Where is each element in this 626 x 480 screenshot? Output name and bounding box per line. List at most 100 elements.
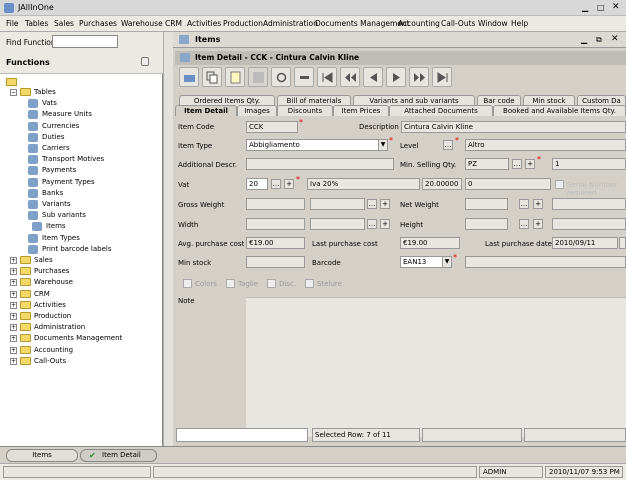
tree-leaf[interactable]: Print barcode labels (0, 244, 163, 255)
net-weight-um-field[interactable] (552, 198, 626, 210)
menu-administration[interactable]: Administration (263, 19, 318, 28)
width-um-field[interactable] (310, 218, 365, 230)
tree-folder[interactable]: + CRM (0, 289, 163, 300)
tree-leaf[interactable]: Payment Types (0, 177, 163, 188)
level-field[interactable]: Altro (465, 139, 626, 151)
tree-leaf[interactable]: Banks (0, 188, 163, 199)
items-minimize-icon[interactable]: ▁ (581, 35, 587, 44)
chevron-down-icon[interactable]: ▼ (378, 140, 387, 150)
tree-leaf[interactable]: Item Types (0, 233, 163, 244)
tree-folder[interactable]: − Tables (0, 87, 163, 98)
expand-icon[interactable]: + (10, 279, 17, 287)
stelure-checkbox[interactable] (305, 279, 314, 288)
min-selling-um-field[interactable]: PZ (465, 158, 509, 170)
item-code-field[interactable]: CCK (246, 121, 298, 133)
menu-activities[interactable]: Activities (187, 19, 221, 28)
copy-button[interactable] (202, 67, 222, 87)
collapse-icon[interactable]: − (10, 89, 17, 96)
width-um-lookup-button[interactable]: … (367, 219, 377, 229)
level-lookup-button[interactable]: … (443, 140, 453, 150)
minimize-icon[interactable]: ▁ (582, 3, 594, 13)
tree-leaf[interactable]: Transport Motives (0, 154, 163, 165)
um-lookup-button[interactable]: … (512, 159, 522, 169)
menu-help[interactable]: Help (511, 19, 528, 28)
next-record-button[interactable] (386, 67, 406, 87)
maximize-icon[interactable]: □ (597, 3, 609, 13)
menu-purchases[interactable]: Purchases (79, 19, 117, 28)
height-field[interactable] (465, 218, 508, 230)
expand-icon[interactable]: + (10, 257, 17, 264)
gross-um-lookup-button[interactable]: … (367, 199, 377, 209)
tree-leaf[interactable]: Duties (0, 132, 163, 143)
tab-images[interactable]: Images (237, 105, 277, 116)
tab-item-prices[interactable]: Item Prices (333, 105, 389, 116)
menu-file[interactable]: File (6, 19, 19, 28)
expand-icon[interactable]: + (10, 324, 17, 332)
menu-accounting[interactable]: Accounting (398, 19, 440, 28)
tree-folder[interactable]: + Activities (0, 300, 163, 311)
next-page-button[interactable] (409, 67, 429, 87)
gross-weight-um-field[interactable] (310, 198, 365, 210)
first-record-button[interactable] (317, 67, 337, 87)
tree-leaf[interactable]: Payments (0, 165, 163, 176)
expand-icon[interactable]: + (10, 290, 17, 298)
net-um-add-button[interactable]: + (533, 199, 543, 209)
tree-leaf[interactable]: Measure Units (0, 109, 163, 120)
expand-icon[interactable]: + (10, 268, 17, 276)
width-field[interactable] (246, 218, 305, 230)
menu-sales[interactable]: Sales (54, 19, 74, 28)
find-function-input[interactable] (52, 35, 118, 48)
tree-folder[interactable]: + Call-Outs (0, 356, 163, 367)
serial-number-checkbox[interactable] (555, 180, 564, 189)
tab-item-detail[interactable]: Item Detail (175, 105, 237, 116)
save-button[interactable] (248, 67, 268, 87)
menu-production[interactable]: Production (223, 19, 263, 28)
lock-icon[interactable] (141, 57, 149, 66)
expand-icon[interactable]: + (10, 335, 17, 343)
colors-checkbox[interactable] (183, 279, 192, 288)
tree-leaf[interactable]: Sub variants (0, 210, 163, 221)
note-area[interactable] (246, 297, 626, 437)
menu-callouts[interactable]: Call-Outs (441, 19, 475, 28)
tree-leaf[interactable]: Vats (0, 98, 163, 109)
tab-discounts[interactable]: Discounts (277, 105, 333, 116)
menu-warehouse[interactable]: Warehouse (121, 19, 163, 28)
task-item-detail[interactable]: ✔ Item Detail (80, 449, 157, 462)
net-um-lookup-button[interactable]: … (519, 199, 529, 209)
menu-crm[interactable]: CRM (165, 19, 182, 28)
expand-icon[interactable]: + (10, 313, 17, 320)
um-add-button[interactable]: + (525, 159, 535, 169)
tree-folder[interactable]: + Warehouse (0, 277, 163, 288)
delete-button[interactable] (294, 67, 314, 87)
width-um-add-button[interactable]: + (380, 219, 390, 229)
tree-leaf[interactable]: Carriers (0, 143, 163, 154)
barcode-field[interactable] (465, 256, 626, 268)
description-field[interactable]: Cintura Calvin Kline (401, 121, 626, 133)
items-restore-icon[interactable]: ⧉ (596, 35, 602, 45)
gross-um-add-button[interactable]: + (380, 199, 390, 209)
tree-leaf[interactable]: Variants (0, 199, 163, 210)
tree-folder[interactable]: + Accounting (0, 345, 163, 356)
items-close-icon[interactable]: ✕ (611, 34, 619, 44)
edit-button[interactable] (225, 67, 245, 87)
tab-booked-available-qty[interactable]: Booked and Available Items Qty. (493, 105, 626, 116)
additional-descr-field[interactable] (246, 158, 394, 170)
taglie-checkbox[interactable] (226, 279, 235, 288)
task-items[interactable]: Items (6, 449, 78, 462)
expand-icon[interactable]: + (10, 301, 17, 309)
last-record-button[interactable] (432, 67, 452, 87)
tree-folder[interactable]: + Purchases (0, 266, 163, 277)
vat-add-button[interactable]: + (284, 179, 294, 189)
expand-icon[interactable]: + (10, 346, 17, 354)
net-weight-field[interactable] (465, 198, 508, 210)
expand-icon[interactable]: + (10, 357, 17, 365)
vat-lookup-button[interactable]: … (271, 179, 281, 189)
gross-weight-field[interactable] (246, 198, 305, 210)
calendar-button[interactable] (619, 237, 626, 249)
prev-page-button[interactable] (340, 67, 360, 87)
min-selling-qty-field[interactable]: 1 (552, 158, 626, 170)
new-button[interactable] (179, 67, 199, 87)
panel-splitter[interactable] (163, 32, 173, 446)
height-um-add-button[interactable]: + (533, 219, 543, 229)
reload-button[interactable] (271, 67, 291, 87)
